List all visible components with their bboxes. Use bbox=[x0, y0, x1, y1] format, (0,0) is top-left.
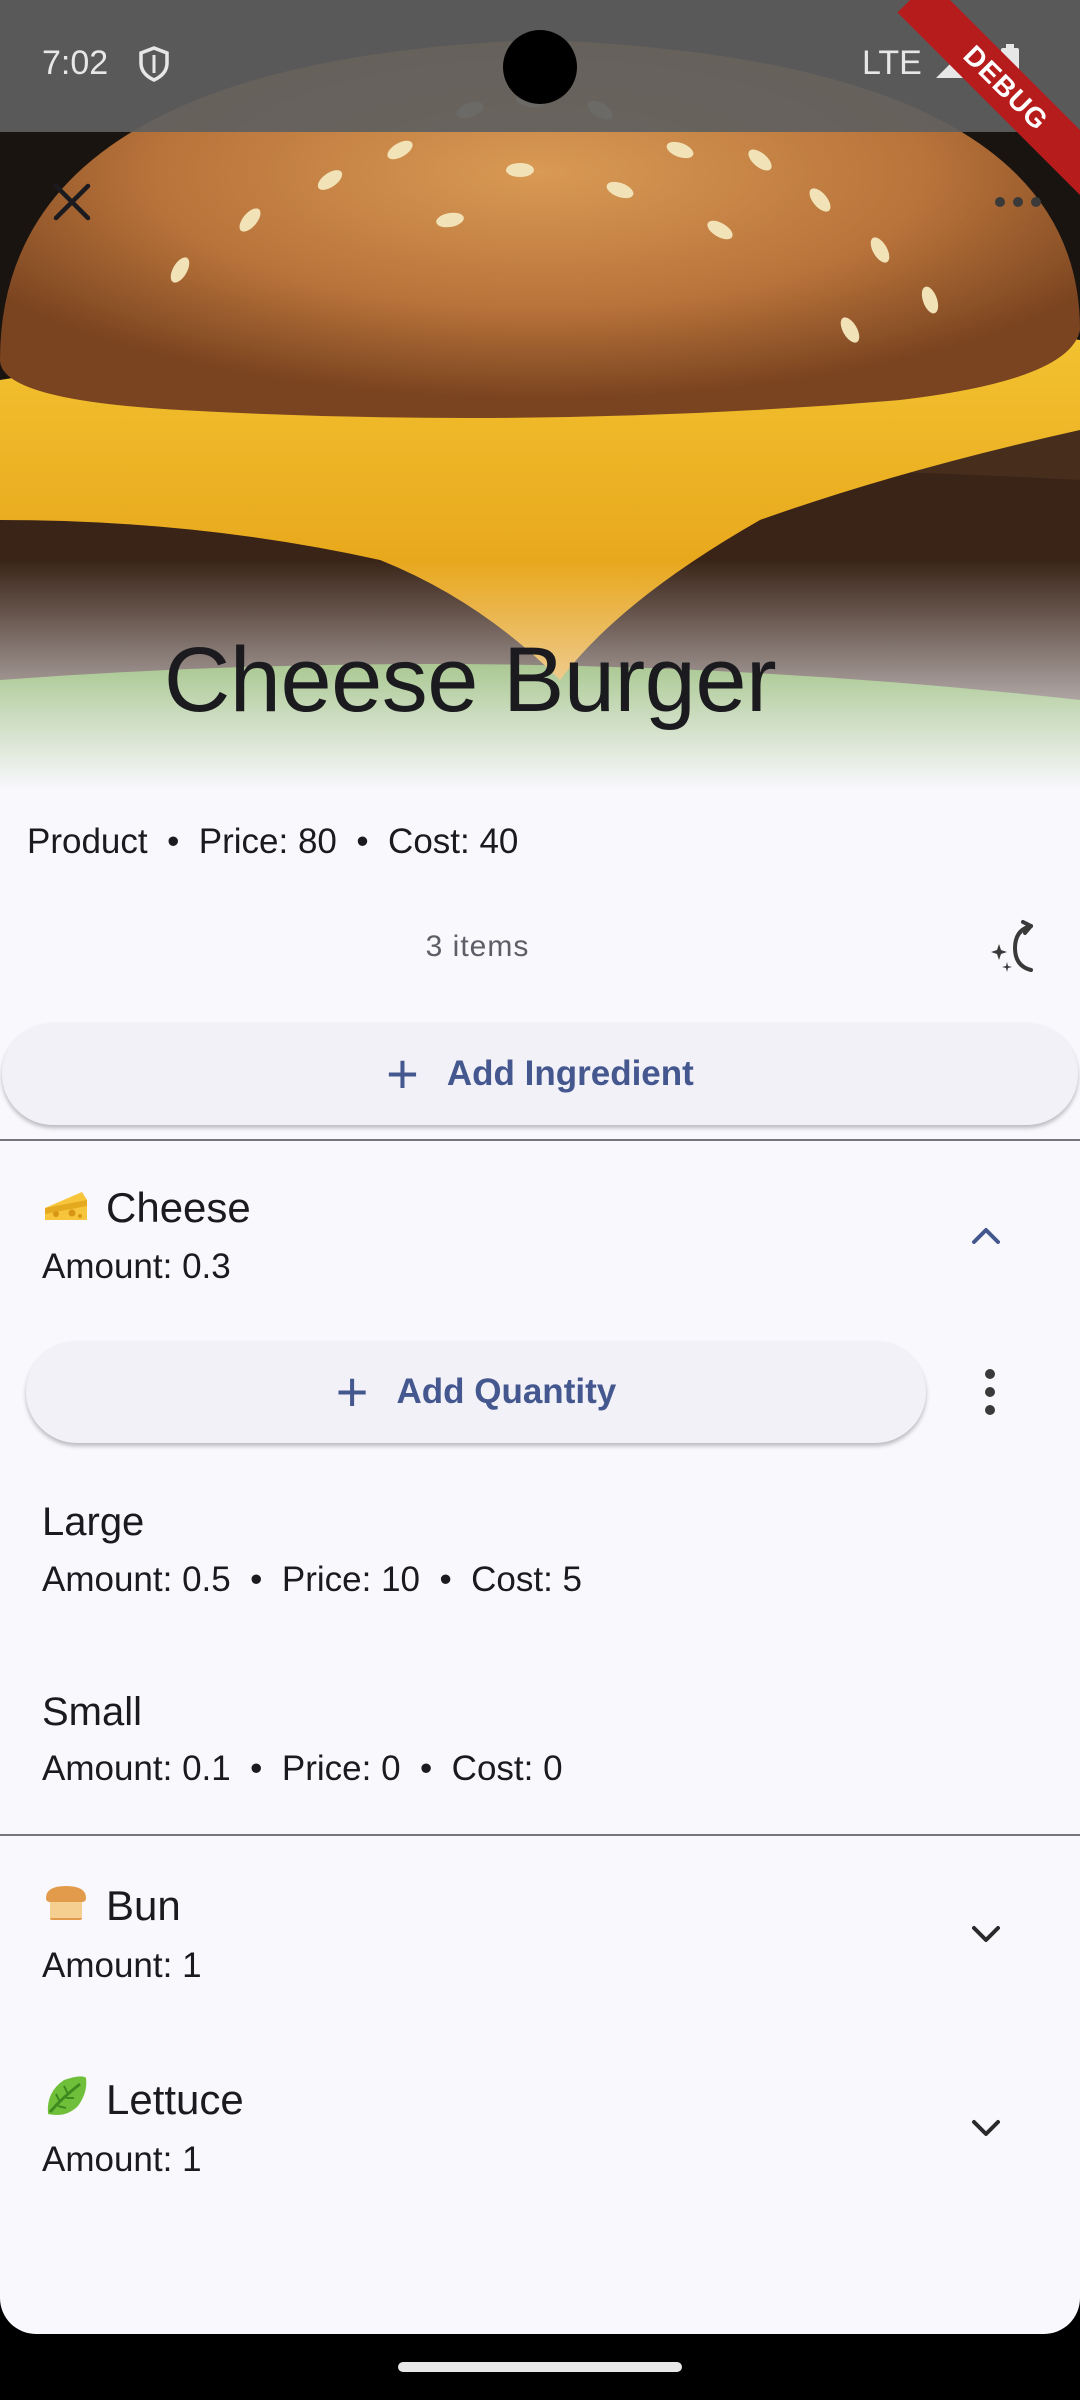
bread-icon bbox=[46, 1886, 86, 1920]
cheese-icon bbox=[45, 1192, 87, 1220]
items-count: 3 items bbox=[425, 930, 530, 963]
chevron-up-icon[interactable] bbox=[962, 1212, 1010, 1260]
status-bar: 7:02 LTE DEBUG bbox=[0, 0, 1080, 197]
add-quantity-label: Add Quantity bbox=[396, 1372, 617, 1411]
divider bbox=[0, 1139, 1080, 1141]
ingredient-name: Cheese bbox=[106, 1184, 251, 1231]
quantity-detail: Amount: 0.5 • Price: 10 • Cost: 5 bbox=[42, 1560, 583, 1599]
ingredient-amount: Amount: 0.3 bbox=[42, 1247, 231, 1286]
plus-icon: + bbox=[386, 1042, 419, 1105]
screen: Cheese Burger 7:02 LTE DEBUG Product • P… bbox=[0, 0, 1080, 2334]
shield-icon bbox=[139, 46, 169, 82]
ingredient-amount: Amount: 1 bbox=[42, 2140, 202, 2179]
product-title: Cheese Burger bbox=[163, 629, 777, 731]
magic-sort-icon[interactable] bbox=[987, 918, 1047, 978]
chevron-down-icon[interactable] bbox=[962, 2104, 1010, 2152]
ingredient-name: Bun bbox=[106, 1882, 181, 1929]
status-time: 7:02 bbox=[42, 44, 109, 82]
ingredient-title: Bun bbox=[42, 1878, 181, 1930]
more-vertical-icon[interactable] bbox=[975, 1366, 1005, 1418]
divider bbox=[0, 1834, 1080, 1836]
leafy-green-icon bbox=[47, 2076, 87, 2115]
quantity-name: Small bbox=[42, 1690, 143, 1734]
quantity-detail: Amount: 0.1 • Price: 0 • Cost: 0 bbox=[42, 1749, 563, 1788]
ingredient-amount: Amount: 1 bbox=[42, 1946, 202, 1985]
network-type: LTE bbox=[862, 44, 922, 82]
add-ingredient-button[interactable]: + Add Ingredient bbox=[2, 1023, 1078, 1125]
ingredient-name: Lettuce bbox=[106, 2076, 244, 2123]
ingredient-title: Lettuce bbox=[42, 2072, 244, 2124]
more-horizontal-icon[interactable] bbox=[990, 182, 1050, 222]
product-meta: Product • Price: 80 • Cost: 40 bbox=[27, 822, 519, 861]
camera-cutout bbox=[503, 30, 577, 104]
plus-icon: + bbox=[335, 1360, 369, 1423]
home-indicator[interactable] bbox=[398, 2362, 682, 2372]
ingredient-title: Cheese bbox=[42, 1180, 251, 1232]
add-quantity-button[interactable]: + Add Quantity bbox=[26, 1341, 926, 1443]
add-ingredient-label: Add Ingredient bbox=[446, 1054, 694, 1093]
close-icon[interactable] bbox=[42, 172, 102, 232]
quantity-name: Large bbox=[42, 1500, 145, 1544]
chevron-down-icon[interactable] bbox=[962, 1910, 1010, 1958]
